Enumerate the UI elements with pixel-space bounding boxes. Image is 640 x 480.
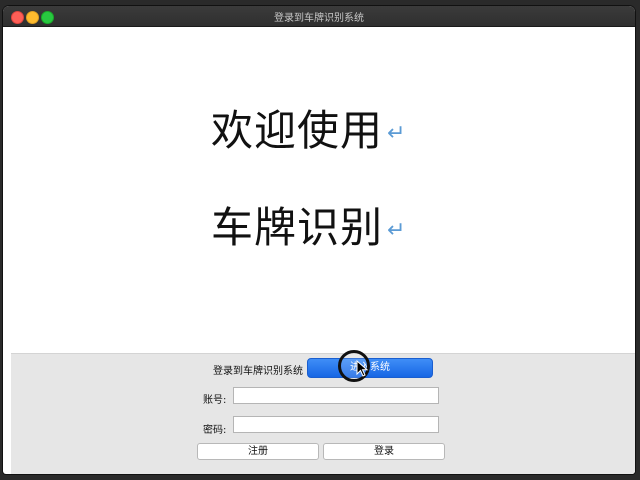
app-name-headline: 车牌识别 ↵ [211,194,406,255]
register-button[interactable]: 注册 [197,443,319,460]
login-button[interactable]: 登录 [323,443,445,460]
login-panel: 登录到车牌识别系统 进入系统 账号: 密码: 注册 登录 [11,353,635,474]
login-title-label: 登录到车牌识别系统 [213,366,303,377]
account-label: 账号: [203,395,227,406]
welcome-text: 欢迎使用 [211,106,384,155]
window-titlebar[interactable]: 登录到车牌识别系统 [3,6,635,27]
welcome-headline: 欢迎使用 ↵ [211,97,406,158]
return-mark-icon: ↵ [387,218,407,243]
window-title: 登录到车牌识别系统 [274,13,364,24]
pointer-arrow-icon [356,360,369,377]
return-mark-icon: ↵ [387,121,407,146]
enter-system-button[interactable]: 进入系统 [307,358,433,378]
app-name-text: 车牌识别 [211,203,384,252]
document-area: 欢迎使用 ↵ 车牌识别 ↵ [3,27,635,353]
password-label: 密码: [203,425,227,436]
app-window: 登录到车牌识别系统 欢迎使用 ↵ 车牌识别 ↵ 登录到车牌识别系统 进入系统 账号:… [3,6,635,474]
account-field[interactable] [233,387,439,404]
password-field[interactable] [233,416,439,433]
